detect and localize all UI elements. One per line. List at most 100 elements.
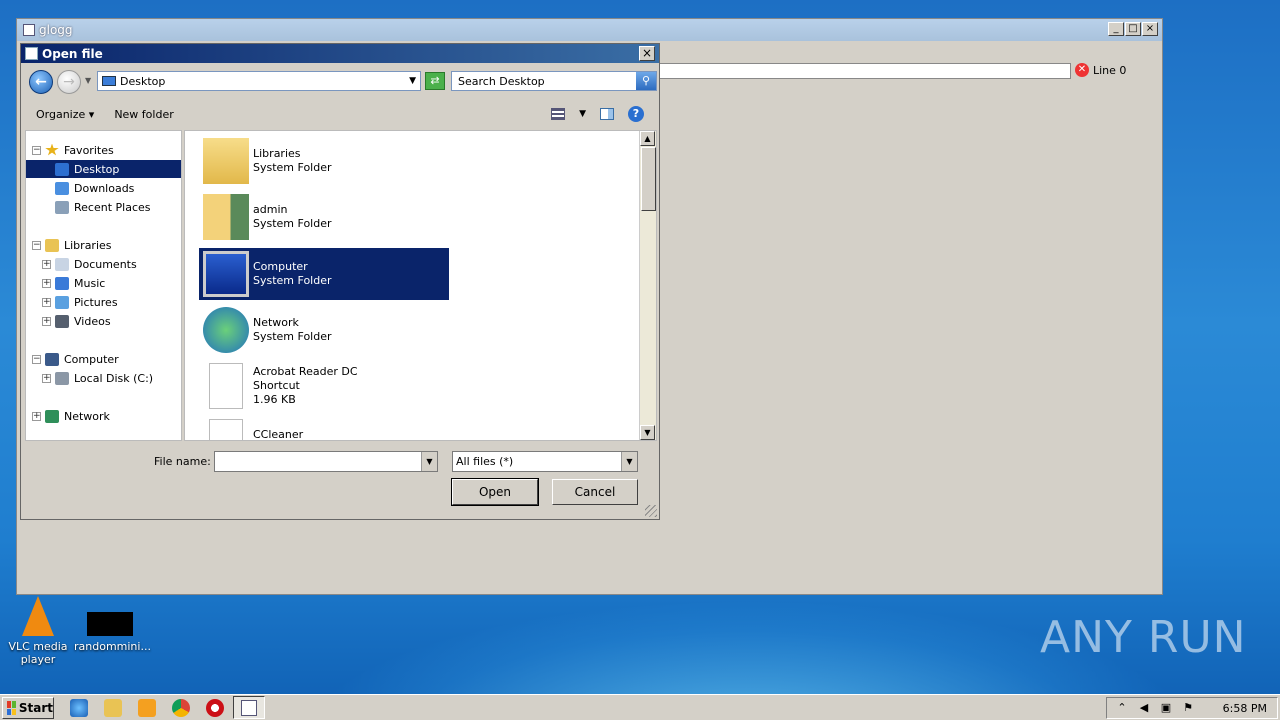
expand-icon[interactable]: + [32,411,41,421]
open-button[interactable]: Open [451,478,539,506]
clock[interactable]: 6:58 PM [1223,702,1267,715]
user-folder-icon [203,194,249,240]
dialog-titlebar[interactable]: Open file [21,44,659,63]
nav-item-computer[interactable]: − Computer [26,350,119,368]
expand-icon[interactable]: + [42,259,51,269]
desktop-icon-randommini[interactable]: randommini... [74,612,151,653]
resize-grip-icon[interactable] [645,505,657,517]
nav-item-label: Videos [74,314,111,328]
help-icon[interactable]: ? [628,106,644,122]
action-center-flag-icon[interactable]: ⚑ [1181,701,1195,715]
view-dropdown-icon[interactable]: ▼ [579,109,586,119]
address-dropdown-icon[interactable]: ▼ [409,76,416,86]
maximize-button[interactable]: □ [1125,22,1141,36]
scroll-down-icon[interactable]: ▼ [640,425,655,440]
file-name: Acrobat Reader DC [253,365,358,378]
network-icon [45,409,59,423]
search-input[interactable]: Search Desktop ⚲ [451,71,657,91]
file-name: Network [253,316,299,329]
nav-item-label: Computer [64,352,119,366]
organize-label: Organize [36,107,86,121]
desktop-icon [102,76,116,86]
nav-item-local-disk-c[interactable]: + Local Disk (C:) [26,369,153,387]
nav-item-label: Pictures [74,295,118,309]
start-button[interactable]: Start [2,697,54,719]
file-name-label: File name: [154,455,211,468]
dialog-close-button[interactable]: × [639,46,655,61]
nav-item-libraries[interactable]: − Libraries [26,236,112,254]
search-icon[interactable]: ⚲ [636,72,656,90]
internet-explorer-icon[interactable] [70,699,88,717]
dialog-app-icon [25,47,38,60]
star-icon [45,143,59,156]
network-tray-icon[interactable]: ▣ [1159,701,1173,715]
address-bar[interactable]: Desktop ▼ [97,71,421,91]
refresh-button[interactable]: ⇄ [425,72,445,90]
nav-item-downloads[interactable]: Downloads [26,179,134,197]
desktop-icon-vlc[interactable]: VLC media player [2,596,74,666]
nav-item-pictures[interactable]: + Pictures [26,293,118,311]
file-list-scrollbar[interactable]: ▲ ▼ [639,131,656,440]
close-button[interactable]: × [1142,22,1158,36]
nav-item-recent-places[interactable]: Recent Places [26,198,151,216]
scroll-thumb[interactable] [641,147,656,211]
glogg-taskbar-button[interactable] [233,696,265,719]
opera-icon[interactable] [206,699,224,717]
new-folder-button[interactable]: New folder [114,108,173,121]
history-dropdown-icon[interactable]: ▼ [85,76,91,85]
change-view-icon[interactable] [551,108,566,120]
forward-button[interactable]: → [57,70,81,94]
file-name-input[interactable]: ▼ [214,451,438,472]
file-type-dropdown-icon[interactable]: ▼ [621,452,637,471]
shortcut-file-icon [209,363,243,409]
expand-icon[interactable]: + [42,297,51,307]
file-type-value: All files (*) [456,455,514,468]
collapse-icon[interactable]: − [32,354,41,364]
collapse-icon[interactable]: − [32,240,41,250]
file-item-libraries[interactable]: Libraries System Folder [199,135,449,187]
glogg-search-field[interactable] [657,63,1071,79]
glogg-window-buttons: _ □ × [1108,22,1158,36]
search-placeholder: Search Desktop [458,74,545,88]
chrome-icon[interactable] [172,699,190,717]
media-player-icon[interactable] [138,699,156,717]
expand-icon[interactable]: + [42,316,51,326]
expand-icon[interactable]: + [42,373,51,383]
videos-icon [55,314,69,328]
back-button[interactable]: ← [29,70,53,94]
file-name-dropdown-icon[interactable]: ▼ [421,452,437,471]
glogg-status: ✕ Line 0 [1075,63,1126,77]
file-name: admin [253,203,288,216]
organize-button[interactable]: Organize ▾ [36,108,94,121]
nav-item-documents[interactable]: + Documents [26,255,137,273]
nav-item-music[interactable]: + Music [26,274,105,292]
volume-icon[interactable]: ◀ [1137,701,1151,715]
nav-item-videos[interactable]: + Videos [26,312,111,330]
pictures-icon [55,295,69,309]
explorer-folder-icon[interactable] [104,699,122,717]
start-label: Start [18,701,53,715]
line-status: Line 0 [1093,63,1127,77]
file-item-ccleaner[interactable]: CCleanerShortcut [199,416,449,440]
nav-item-favorites[interactable]: − Favorites [26,141,114,159]
preview-pane-icon[interactable] [600,108,614,120]
dialog-toolbar: Organize ▾ New folder ▼ ? [22,100,658,128]
cancel-button[interactable]: Cancel [552,479,638,505]
documents-icon [55,257,69,271]
glogg-titlebar[interactable]: glogg [17,19,1162,41]
watermark-text: ANY RUN [1040,612,1247,663]
nav-item-desktop[interactable]: Desktop [26,160,181,178]
scroll-up-icon[interactable]: ▲ [640,131,655,146]
desktop-icon [55,162,69,176]
expand-icon[interactable]: + [42,278,51,288]
minimize-button[interactable]: _ [1108,22,1124,36]
show-hidden-icons-icon[interactable]: ⌃ [1115,701,1129,715]
file-item-acrobat-reader-dc[interactable]: Acrobat Reader DC Shortcut 1.96 KB [199,360,449,412]
glogg-title: glogg [39,23,73,37]
file-item-admin[interactable]: admin System Folder [199,191,449,243]
collapse-icon[interactable]: − [32,145,41,155]
file-type-select[interactable]: All files (*) ▼ [452,451,638,472]
file-item-network[interactable]: Network System Folder [199,304,449,356]
nav-item-network[interactable]: + Network [26,407,110,425]
file-item-computer[interactable]: Computer System Folder [199,248,449,300]
